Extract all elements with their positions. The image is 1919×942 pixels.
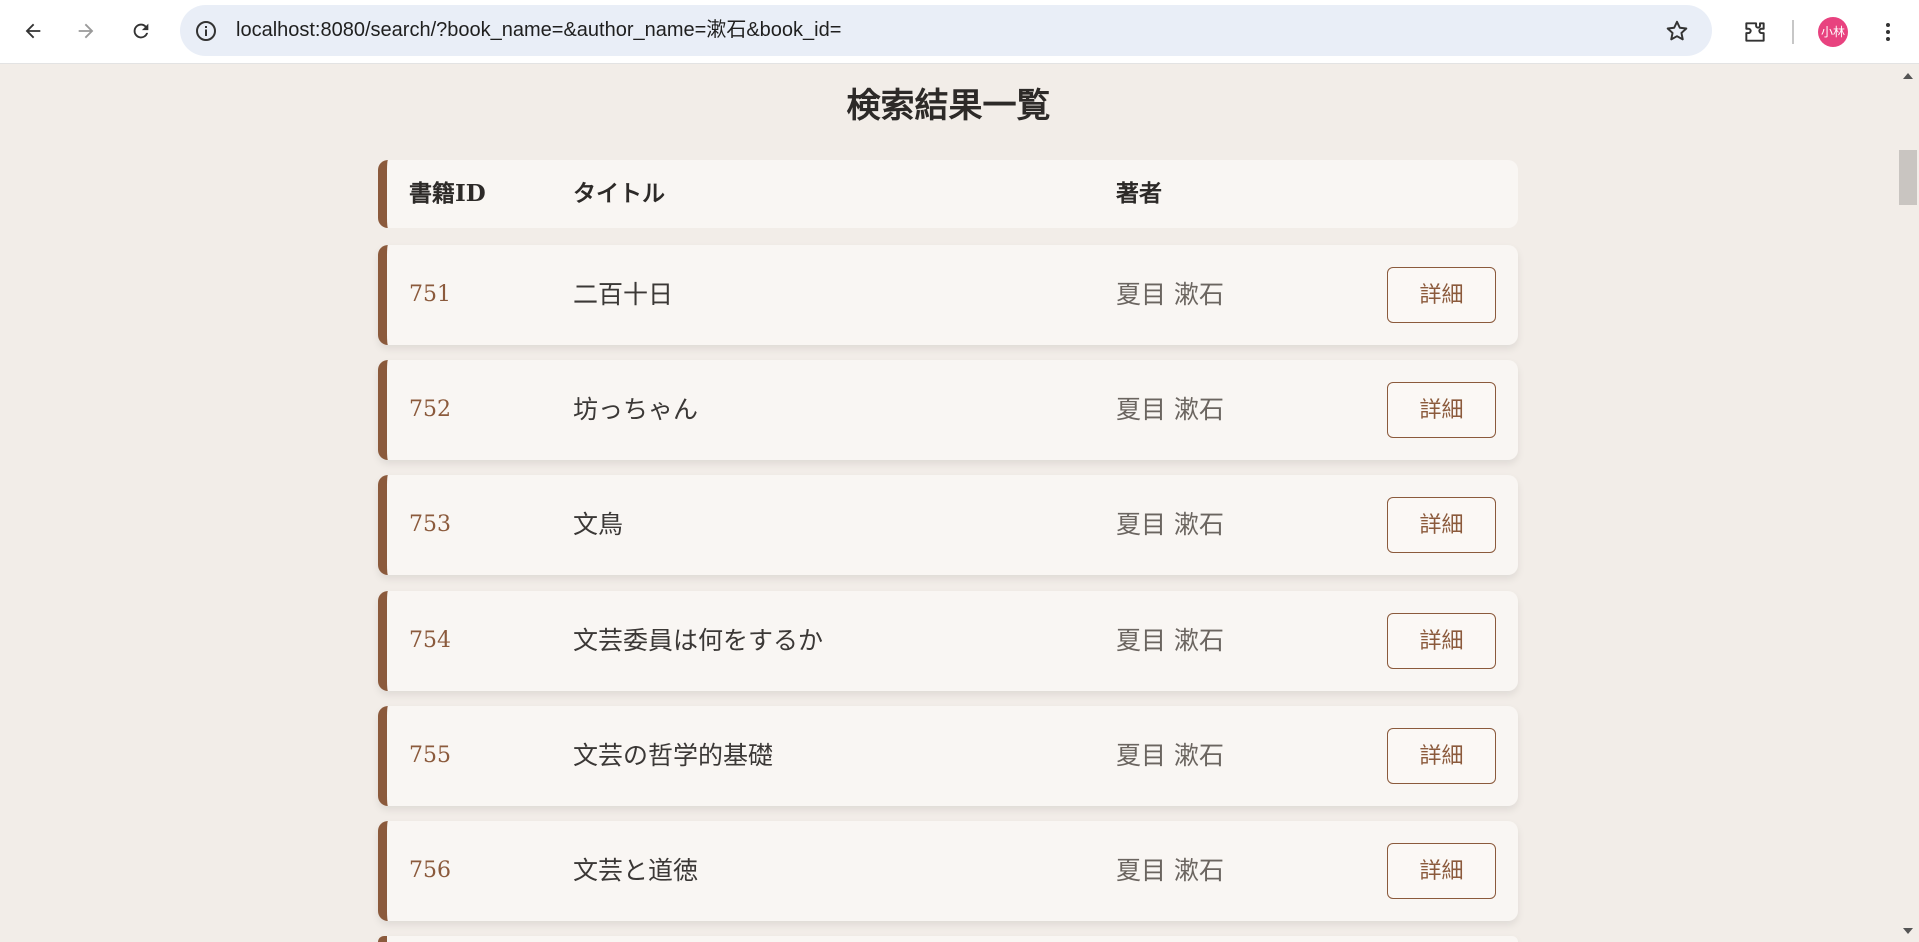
profile-avatar[interactable]: 小林 bbox=[1818, 17, 1848, 47]
book-title: 坊っちゃん bbox=[573, 395, 699, 424]
header-title: タイトル bbox=[573, 180, 665, 207]
page-scrollbar[interactable] bbox=[1897, 65, 1919, 942]
info-icon[interactable] bbox=[194, 19, 218, 43]
result-row: 751 二百十日 夏目 漱石 詳細 bbox=[378, 245, 1518, 345]
detail-button[interactable]: 詳細 bbox=[1387, 728, 1496, 784]
book-id: 755 bbox=[409, 743, 451, 768]
book-id: 756 bbox=[409, 858, 451, 883]
scroll-down-arrow-icon[interactable] bbox=[1903, 928, 1913, 934]
book-author: 夏目 漱石 bbox=[1116, 280, 1224, 309]
book-title: 文鳥 bbox=[573, 510, 624, 539]
reload-icon bbox=[133, 23, 149, 39]
scroll-thumb[interactable] bbox=[1899, 150, 1917, 205]
book-id: 754 bbox=[409, 628, 451, 653]
star-icon[interactable] bbox=[1664, 18, 1690, 44]
forward-button[interactable] bbox=[65, 10, 107, 52]
kebab-menu-icon bbox=[1886, 23, 1890, 41]
book-author: 夏目 漱石 bbox=[1116, 510, 1224, 539]
url-text[interactable]: localhost:8080/search/?book_name=&author… bbox=[236, 5, 841, 56]
reload-button[interactable] bbox=[120, 10, 162, 52]
page-title: 検索結果一覧 bbox=[846, 86, 1051, 126]
result-row: 754 文芸委員は何をするか 夏目 漱石 詳細 bbox=[378, 591, 1518, 691]
detail-button[interactable]: 詳細 bbox=[1387, 497, 1496, 553]
result-row: 753 文鳥 夏目 漱石 詳細 bbox=[378, 475, 1518, 575]
book-author: 夏目 漱石 bbox=[1116, 856, 1224, 885]
detail-button[interactable]: 詳細 bbox=[1387, 382, 1496, 438]
book-id: 753 bbox=[409, 512, 451, 537]
book-title: 文芸の哲学的基礎 bbox=[573, 741, 774, 770]
book-title: 文芸と道徳 bbox=[573, 856, 699, 885]
book-id: 752 bbox=[409, 397, 451, 422]
toolbar-separator bbox=[1792, 20, 1794, 44]
detail-button[interactable]: 詳細 bbox=[1387, 613, 1496, 669]
extensions-button[interactable] bbox=[1735, 12, 1775, 52]
result-row-partial bbox=[378, 936, 1518, 942]
arrow-left-icon bbox=[25, 23, 41, 39]
header-book-id: 書籍ID bbox=[409, 180, 486, 207]
arrow-right-icon bbox=[78, 23, 94, 39]
browser-menu-button[interactable] bbox=[1870, 12, 1906, 52]
address-bar[interactable]: localhost:8080/search/?book_name=&author… bbox=[180, 5, 1712, 56]
result-row: 756 文芸と道徳 夏目 漱石 詳細 bbox=[378, 821, 1518, 921]
puzzle-icon bbox=[1745, 22, 1765, 42]
results-table-header: 書籍ID タイトル 著者 bbox=[378, 160, 1518, 228]
result-row: 752 坊っちゃん 夏目 漱石 詳細 bbox=[378, 360, 1518, 460]
detail-button[interactable]: 詳細 bbox=[1387, 267, 1496, 323]
browser-toolbar: localhost:8080/search/?book_name=&author… bbox=[0, 0, 1919, 64]
book-id: 751 bbox=[409, 282, 451, 307]
book-title: 文芸委員は何をするか bbox=[573, 626, 824, 655]
header-author: 著者 bbox=[1116, 180, 1162, 207]
book-author: 夏目 漱石 bbox=[1116, 626, 1224, 655]
back-button[interactable] bbox=[12, 10, 54, 52]
detail-button[interactable]: 詳細 bbox=[1387, 843, 1496, 899]
result-row: 755 文芸の哲学的基礎 夏目 漱石 詳細 bbox=[378, 706, 1518, 806]
book-author: 夏目 漱石 bbox=[1116, 395, 1224, 424]
scroll-up-arrow-icon[interactable] bbox=[1903, 73, 1913, 79]
book-author: 夏目 漱石 bbox=[1116, 741, 1224, 770]
book-title: 二百十日 bbox=[573, 280, 674, 309]
